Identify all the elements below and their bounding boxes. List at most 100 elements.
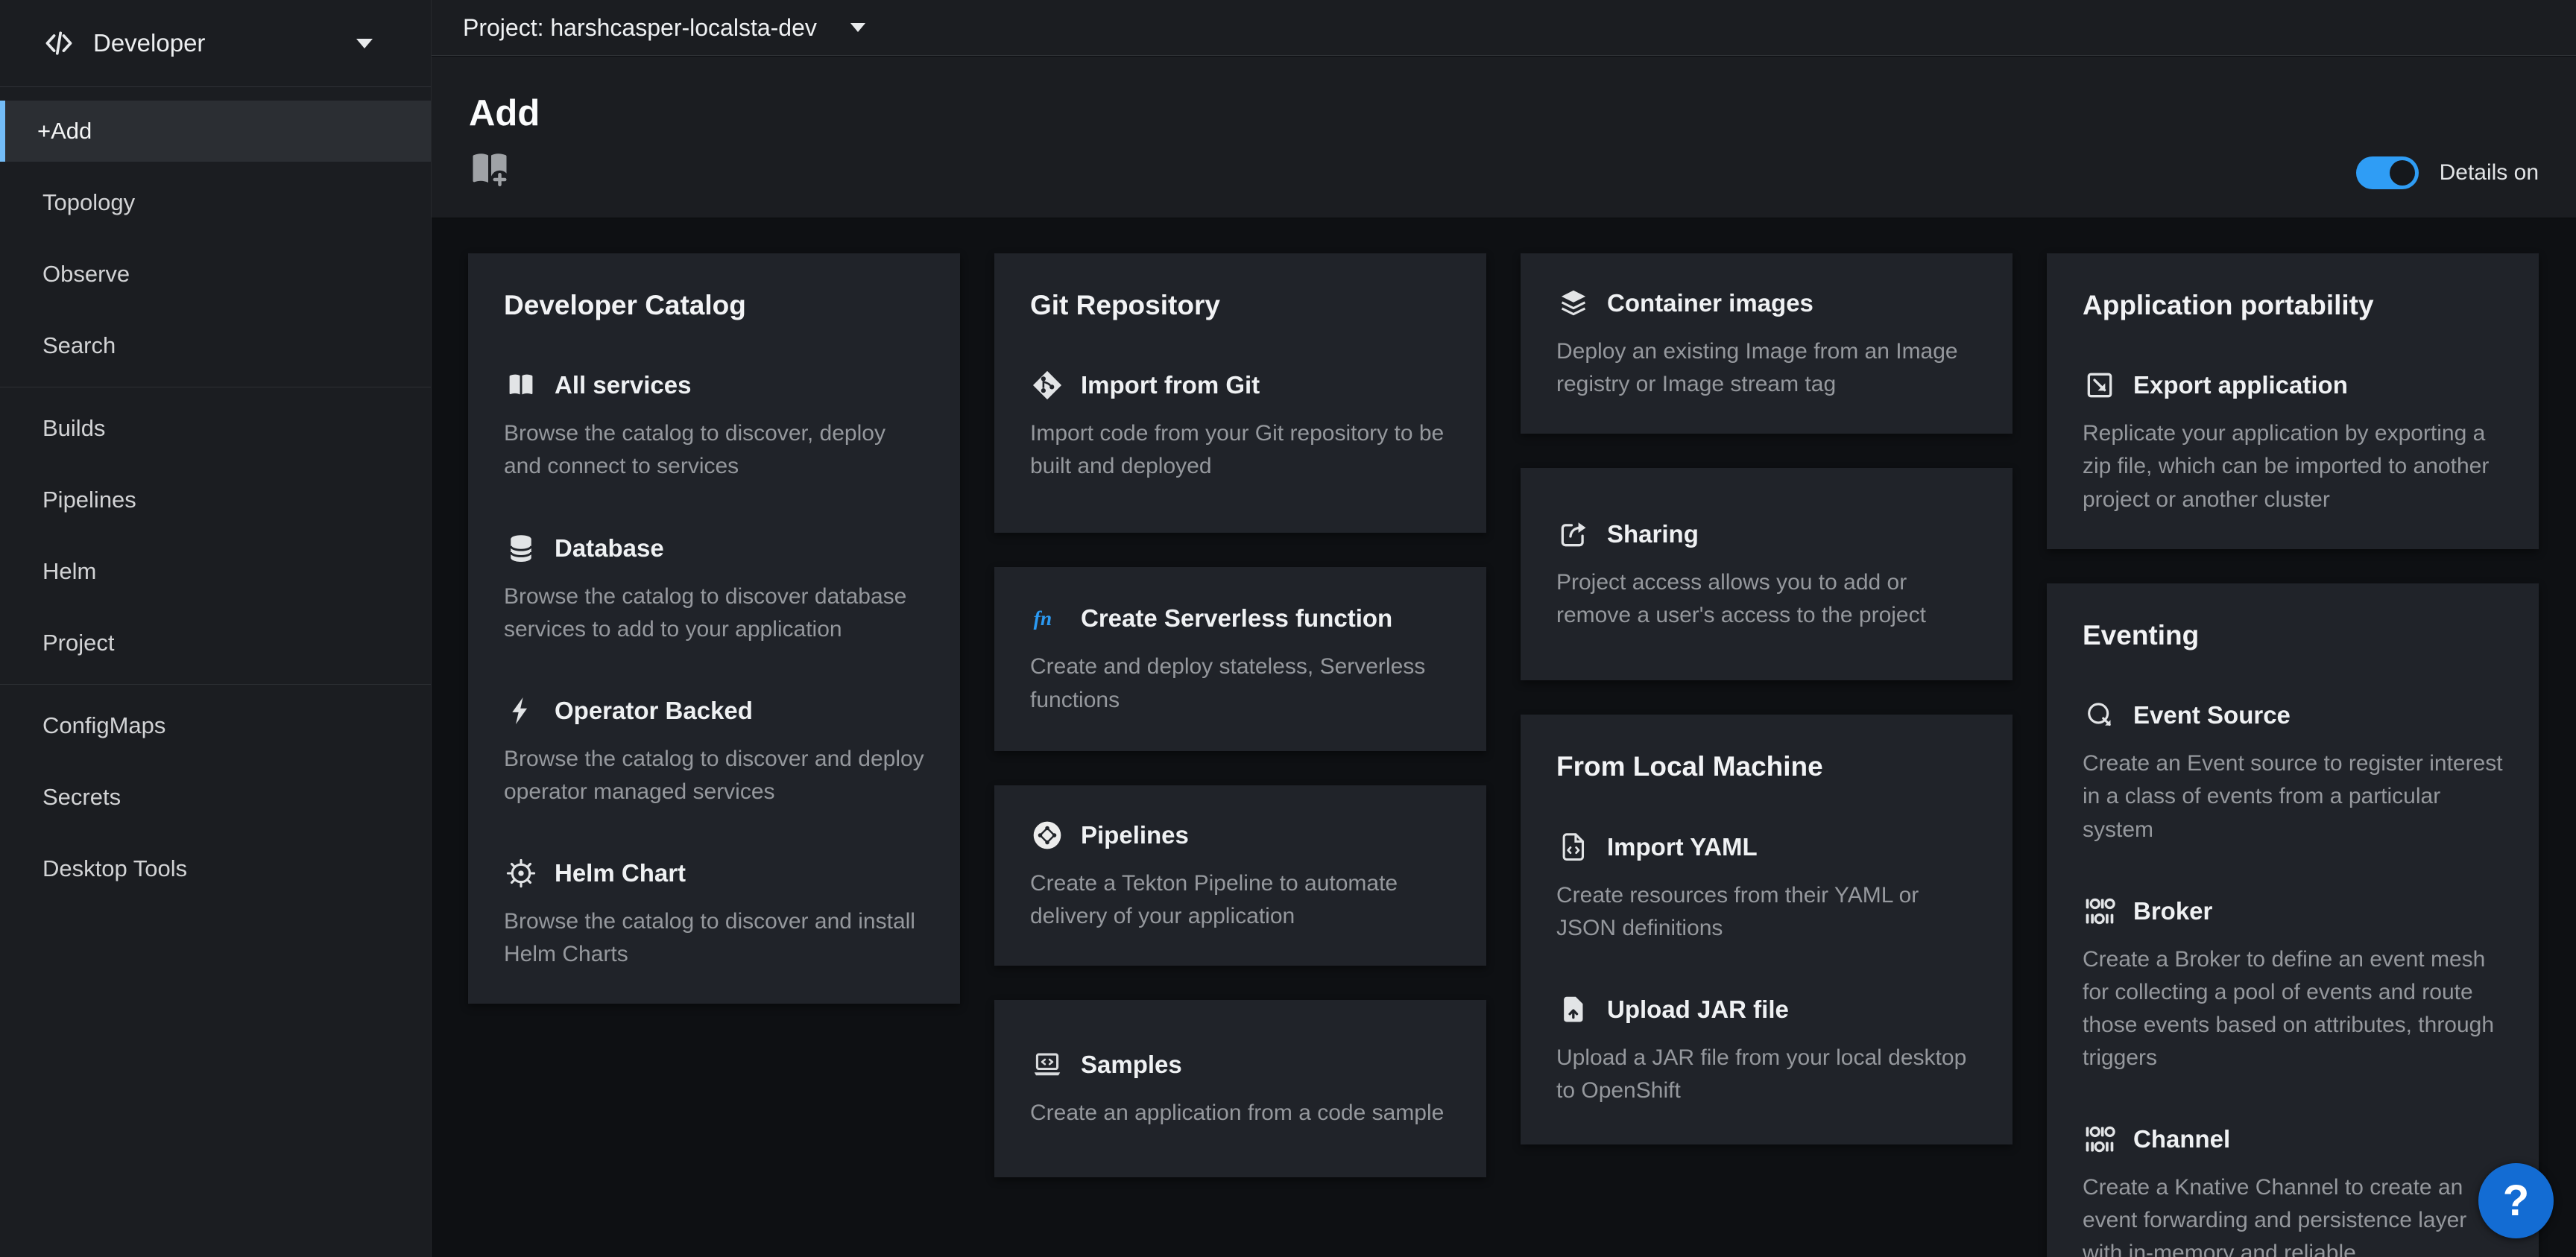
card-item-import-yaml[interactable]: Import YAMLCreate resources from their Y… — [1556, 830, 1977, 945]
sidebar-item-configmaps[interactable]: ConfigMaps — [0, 695, 431, 756]
sidebar-item-helm[interactable]: Helm — [0, 541, 431, 602]
card-item-description: Browse the catalog to discover and deplo… — [504, 743, 924, 808]
card-item-label: Sharing — [1607, 520, 1699, 548]
details-toggle-label: Details on — [2440, 160, 2539, 186]
sidebar-item-add[interactable]: +Add — [0, 101, 431, 162]
card-item-label: Upload JAR file — [1607, 995, 1789, 1024]
card-item-description: Create and deploy stateless, Serverless … — [1030, 650, 1450, 716]
card-sharing: Sharing Project access allows you to add … — [1521, 468, 2012, 680]
sidebar-item-builds[interactable]: Builds — [0, 398, 431, 459]
card-item-description: Upload a JAR file from your local deskto… — [1556, 1042, 1977, 1107]
file-upload-icon — [1556, 992, 1591, 1027]
card-item-header: Broker — [2083, 894, 2503, 928]
sidebar-item-observe[interactable]: Observe — [0, 244, 431, 305]
card-item-description: Create a Tekton Pipeline to automate del… — [1030, 867, 1450, 933]
git-icon — [1030, 368, 1064, 402]
card-item-label: Pipelines — [1081, 821, 1189, 849]
card-pipelines: Pipelines Create a Tekton Pipeline to aut… — [994, 785, 1486, 966]
card-item-description: Replicate your application by exporting … — [2083, 417, 2503, 516]
card-item-header: Sharing — [1556, 517, 1977, 551]
card-item-create-serverless-function[interactable]: fnCreate Serverless function Create and d… — [1030, 601, 1450, 716]
card-eventing: EventingEvent SourceCreate an Event sour… — [2047, 583, 2539, 1257]
card-item-sharing[interactable]: Sharing Project access allows you to add … — [1556, 517, 1977, 632]
help-button[interactable]: ? — [2478, 1163, 2554, 1238]
card-item-header: Pipelines — [1030, 818, 1450, 852]
sidebar-item-project[interactable]: Project — [0, 612, 431, 674]
project-selector[interactable]: Project: harshcasper-localsta-dev — [463, 14, 865, 42]
page-title: Add — [432, 57, 2576, 132]
card-item-label: Container images — [1607, 289, 1813, 317]
card-item-header: Import YAML — [1556, 830, 1977, 864]
share-icon — [1556, 517, 1591, 551]
details-toggle[interactable] — [2356, 156, 2419, 189]
card-item-description: Browse the catalog to discover, deploy a… — [504, 417, 924, 483]
card-item-database[interactable]: DatabaseBrowse the catalog to discover d… — [504, 531, 924, 646]
sidebar-item-pipelines[interactable]: Pipelines — [0, 469, 431, 531]
catalog-icon — [504, 368, 538, 402]
card-item-header: Upload JAR file — [1556, 992, 1977, 1027]
card-item-samples[interactable]: SamplesCreate an application from a code… — [1030, 1048, 1450, 1130]
content-column-3: Container images Deploy an existing Image… — [1521, 253, 2012, 1144]
card-item-import-from-git[interactable]: Import from GitImport code from your Git… — [1030, 368, 1450, 483]
card-item-description: Create a Knative Channel to create an ev… — [2083, 1171, 2503, 1257]
card-item-header: Export application — [2083, 368, 2503, 402]
card-item-helm-chart[interactable]: Helm Chart Browse the catalog to discover… — [504, 856, 924, 971]
details-toggle-group: Details on — [2356, 156, 2539, 189]
perspective-switcher[interactable]: Developer — [0, 0, 431, 87]
card-item-description: Deploy an existing Image from an Image r… — [1556, 335, 1977, 401]
card-developer-catalog: Developer Catalog All services Browse the … — [468, 253, 960, 1004]
card-item-description: Project access allows you to add or remo… — [1556, 566, 1977, 632]
layers-icon — [1556, 286, 1591, 320]
fn-icon: fn — [1030, 601, 1064, 636]
card-item-header: Operator Backed — [504, 694, 924, 728]
card-item-label: Channel — [2133, 1125, 2230, 1153]
card-item-upload-jar-file[interactable]: Upload JAR file Upload a JAR file from yo… — [1556, 992, 1977, 1107]
card-title-application-portability: Application portability — [2083, 289, 2503, 322]
export-icon — [2083, 368, 2117, 402]
content-column-2: Git RepositoryImport from GitImport code… — [994, 253, 1486, 1177]
card-item-description: Create an application from a code sample — [1030, 1097, 1450, 1130]
card-item-event-source[interactable]: Event Source Create an Event source to re… — [2083, 698, 2503, 846]
card-item-header: Container images — [1556, 286, 1977, 320]
page-header: Add Details on — [432, 57, 2576, 218]
card-item-header: Helm Chart — [504, 856, 924, 890]
card-item-label: Broker — [2133, 897, 2212, 925]
card-item-label: Operator Backed — [555, 697, 753, 725]
card-from-local-machine: From Local MachineImport YAMLCreate reso… — [1521, 715, 2012, 1144]
bolt-icon — [504, 694, 538, 728]
card-item-operator-backed[interactable]: Operator Backed Browse the catalog to dis… — [504, 694, 924, 808]
card-item-header: Channel — [2083, 1122, 2503, 1156]
samples-icon — [1030, 1048, 1064, 1082]
card-item-label: Export application — [2133, 371, 2348, 399]
card-item-export-application[interactable]: Export application Replicate your applica… — [2083, 368, 2503, 516]
card-item-label: All services — [555, 371, 691, 399]
card-item-header: Event Source — [2083, 698, 2503, 732]
sidebar-item-topology[interactable]: Topology — [0, 172, 431, 233]
card-item-description: Import code from your Git repository to … — [1030, 417, 1450, 483]
card-title-developer-catalog: Developer Catalog — [504, 289, 924, 322]
sidebar-nav-group: Builds Pipelines Helm Project — [0, 387, 431, 674]
binary-icon — [2083, 1122, 2117, 1156]
card-item-pipelines[interactable]: Pipelines Create a Tekton Pipeline to aut… — [1030, 818, 1450, 933]
sidebar-item-desktop-tools[interactable]: Desktop Tools — [0, 838, 431, 899]
card-item-description: Browse the catalog to discover and insta… — [504, 905, 924, 971]
sidebar-nav-group: +Add Topology Observe Search — [0, 101, 431, 376]
card-item-header: fnCreate Serverless function — [1030, 601, 1450, 636]
helm-icon — [504, 856, 538, 890]
quick-starts-book-plus-icon[interactable] — [467, 147, 512, 191]
card-item-container-images[interactable]: Container images Deploy an existing Image… — [1556, 286, 1977, 401]
card-item-description: Create an Event source to register inter… — [2083, 747, 2503, 846]
svg-text:fn: fn — [1034, 607, 1052, 630]
card-git-repository: Git RepositoryImport from GitImport code… — [994, 253, 1486, 533]
sidebar-item-search[interactable]: Search — [0, 315, 431, 376]
card-item-all-services[interactable]: All services Browse the catalog to discov… — [504, 368, 924, 483]
chevron-down-icon — [850, 23, 865, 32]
database-icon — [504, 531, 538, 566]
sidebar: Developer +Add Topology Observe Search Build… — [0, 0, 432, 1257]
card-item-broker[interactable]: BrokerCreate a Broker to define an event… — [2083, 894, 2503, 1074]
card-samples: SamplesCreate an application from a code… — [994, 1000, 1486, 1177]
sidebar-item-secrets[interactable]: Secrets — [0, 767, 431, 828]
card-item-channel[interactable]: Channel Create a Knative Channel to creat… — [2083, 1122, 2503, 1257]
card-item-label: Database — [555, 534, 664, 563]
top-bar: Project: harshcasper-localsta-dev — [432, 0, 2576, 56]
